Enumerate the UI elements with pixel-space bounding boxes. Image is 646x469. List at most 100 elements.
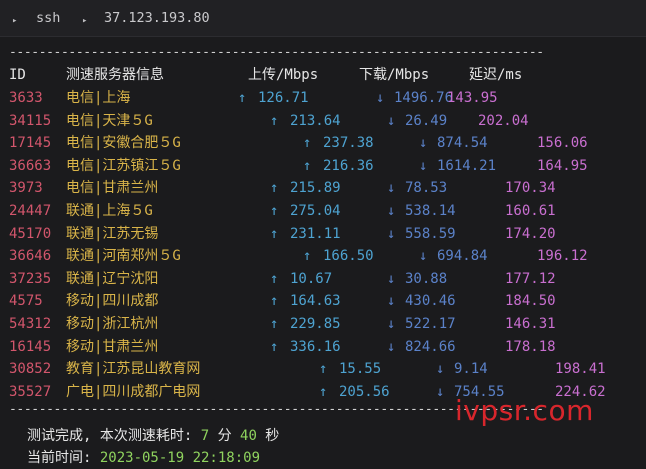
upload-value: 229.85 — [290, 316, 341, 332]
latency-value: 184.50 — [505, 293, 556, 310]
server-name: 移动|浙江杭州 — [66, 316, 159, 332]
server-id: 36646 — [9, 248, 52, 265]
server-id: 16145 — [9, 338, 52, 355]
upload-arrow-icon: ↑ — [270, 225, 279, 242]
download-arrow-icon: ↓ — [436, 361, 445, 378]
download-value: 558.59 — [405, 225, 456, 242]
tab-ssh[interactable]: ssh — [36, 10, 60, 26]
upload-value: 164.63 — [290, 293, 341, 310]
header-download: 下载/Mbps — [359, 67, 430, 83]
upload-arrow-icon: ↑ — [319, 361, 328, 378]
upload-value: 231.11 — [290, 225, 341, 242]
latency-value: 196.12 — [537, 248, 588, 265]
download-arrow-icon: ↓ — [419, 157, 428, 174]
seconds-unit: 秒 — [256, 428, 280, 444]
download-value: 430.46 — [405, 293, 456, 310]
chevron-right-icon: ▸ — [82, 16, 88, 26]
server-name: 电信|安徽合肥５G — [66, 135, 181, 152]
server-name: 教育|江苏昆山教育网 — [66, 361, 201, 378]
current-time-value: 2023-05-19 22:18:09 — [99, 450, 261, 466]
elapsed-seconds: 40 — [240, 428, 257, 444]
server-name: 广电|四川成都广电网 — [66, 383, 201, 400]
download-value: 30.88 — [405, 270, 448, 287]
download-arrow-icon: ↓ — [387, 270, 396, 287]
download-value: 694.84 — [437, 248, 488, 265]
server-id: 3633 — [9, 90, 43, 106]
download-value: 9.14 — [454, 361, 488, 378]
watermark-logo: ivpsr.com — [455, 394, 594, 427]
server-name: 联通|辽宁沈阳 — [66, 270, 159, 287]
upload-arrow-icon: ↑ — [238, 90, 247, 106]
latency-value: 174.20 — [505, 225, 556, 242]
server-id: 17145 — [9, 135, 52, 152]
latency-value: 164.95 — [537, 157, 588, 174]
download-value: 874.54 — [437, 135, 488, 152]
download-arrow-icon: ↓ — [387, 180, 396, 197]
elapsed-minutes: 7 — [200, 428, 210, 444]
upload-value: 205.56 — [339, 383, 390, 400]
server-name: 联通|河南郑州５G — [66, 248, 181, 265]
download-arrow-icon: ↓ — [419, 248, 428, 265]
server-id: 3973 — [9, 180, 43, 197]
latency-value: 170.34 — [505, 180, 556, 197]
separator-line: ----------------------------------------… — [9, 45, 544, 60]
upload-arrow-icon: ↑ — [270, 338, 279, 355]
upload-value: 215.89 — [290, 180, 341, 197]
download-arrow-icon: ↓ — [387, 293, 396, 310]
upload-arrow-icon: ↑ — [303, 157, 312, 174]
upload-arrow-icon: ↑ — [319, 383, 328, 400]
server-name: 联通|上海５G — [66, 203, 153, 219]
current-time-line: 当前时间: 2023-05-19 22:18:09 — [27, 449, 260, 467]
chevron-right-icon: ▸ — [12, 16, 18, 26]
download-arrow-icon: ↓ — [436, 383, 445, 400]
server-name: 移动|四川成都 — [66, 293, 159, 310]
upload-arrow-icon: ↑ — [270, 293, 279, 310]
server-id: 36663 — [9, 157, 52, 174]
latency-value: 202.04 — [478, 112, 529, 129]
server-id: 45170 — [9, 225, 52, 242]
header-upload: 上传/Mbps — [248, 67, 319, 83]
upload-value: 213.64 — [290, 112, 341, 129]
server-id: 37235 — [9, 270, 52, 287]
download-arrow-icon: ↓ — [387, 112, 396, 129]
download-value: 78.53 — [405, 180, 448, 197]
host-address[interactable]: 37.123.193.80 — [104, 10, 210, 26]
server-id: 24447 — [9, 203, 52, 219]
latency-value: 143.95 — [447, 90, 498, 106]
server-name: 电信|天津５G — [66, 112, 153, 129]
latency-value: 177.12 — [505, 270, 556, 287]
latency-value: 146.31 — [505, 316, 556, 332]
upload-arrow-icon: ↑ — [270, 203, 279, 219]
server-name: 电信|江苏镇江５G — [66, 157, 181, 174]
server-id: 34115 — [9, 112, 52, 129]
upload-arrow-icon: ↑ — [270, 270, 279, 287]
server-id: 35527 — [9, 383, 52, 400]
latency-value: 160.61 — [505, 203, 556, 219]
download-arrow-icon: ↓ — [387, 316, 396, 332]
terminal-window[interactable]: ▸ ssh ▸ 37.123.193.80 ------------------… — [0, 0, 646, 469]
upload-arrow-icon: ↑ — [303, 248, 312, 265]
header-id: ID — [9, 67, 26, 83]
server-id: 30852 — [9, 361, 52, 378]
download-value: 1614.21 — [437, 157, 497, 174]
server-name: 移动|甘肃兰州 — [66, 338, 159, 355]
download-arrow-icon: ↓ — [376, 90, 385, 106]
download-arrow-icon: ↓ — [387, 203, 396, 219]
download-value: 538.14 — [405, 203, 456, 219]
latency-value: 178.18 — [505, 338, 556, 355]
server-name: 电信|上海 — [66, 90, 131, 106]
server-name: 联通|江苏无锡 — [66, 225, 159, 242]
download-value: 1496.76 — [394, 90, 454, 106]
completion-label: 测试完成, 本次测速耗时: — [27, 428, 201, 444]
upload-arrow-icon: ↑ — [303, 135, 312, 152]
server-name: 电信|甘肃兰州 — [66, 180, 159, 197]
latency-value: 198.41 — [555, 361, 606, 378]
download-arrow-icon: ↓ — [387, 338, 396, 355]
download-value: 824.66 — [405, 338, 456, 355]
upload-value: 336.16 — [290, 338, 341, 355]
upload-value: 166.50 — [323, 248, 374, 265]
upload-arrow-icon: ↑ — [270, 112, 279, 129]
current-time-label: 当前时间: — [27, 450, 100, 466]
download-arrow-icon: ↓ — [387, 225, 396, 242]
upload-value: 216.36 — [323, 157, 374, 174]
